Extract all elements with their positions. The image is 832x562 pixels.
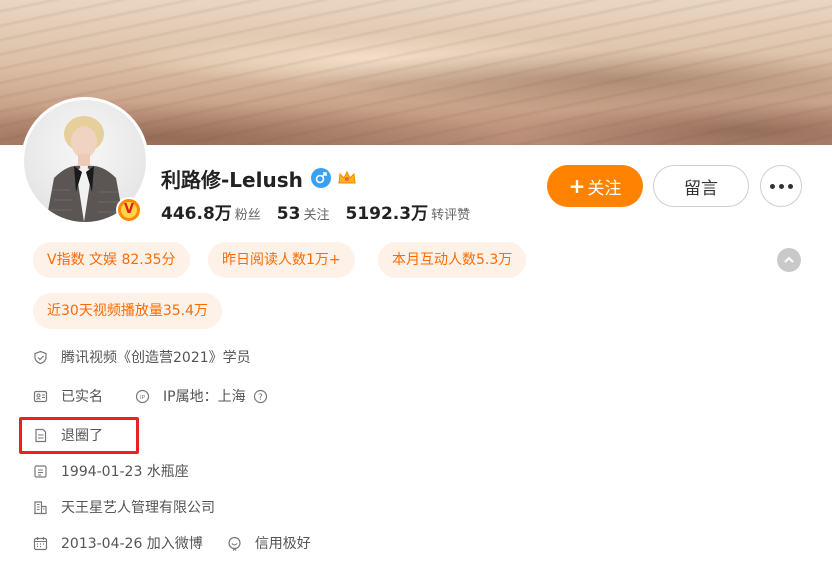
gender-male-icon bbox=[310, 168, 331, 188]
followers-count[interactable]: 446.8万 bbox=[161, 199, 232, 224]
calendar-join-icon bbox=[33, 536, 48, 551]
chevron-up-icon bbox=[784, 256, 794, 263]
message-button-label: 留言 bbox=[684, 178, 718, 199]
info-certification: 腾讯视频《创造营2021》学员 bbox=[33, 347, 251, 367]
crown-icon[interactable] bbox=[337, 168, 357, 188]
highlight-box bbox=[19, 417, 139, 454]
likes-count: 5192.3万 bbox=[345, 204, 429, 224]
building-icon bbox=[33, 500, 48, 515]
real-name-text: 已实名 bbox=[61, 389, 103, 405]
calendar-icon bbox=[33, 464, 48, 479]
more-icon bbox=[778, 183, 784, 189]
tag-video-plays[interactable]: 近30天视频播放量35.4万 bbox=[33, 293, 222, 329]
credit-icon bbox=[227, 536, 242, 551]
more-icon bbox=[769, 183, 775, 189]
verified-badge-letter: V bbox=[121, 202, 137, 218]
tag-yesterday-reads[interactable]: 昨日阅读人数1万+ bbox=[208, 242, 355, 278]
info-company: 天王星艺人管理有限公司 bbox=[33, 497, 215, 517]
more-icon bbox=[787, 183, 793, 189]
svg-text:?: ? bbox=[258, 393, 263, 403]
ip-location-text: IP属地：上海 bbox=[163, 389, 246, 405]
message-button[interactable]: 留言 bbox=[653, 165, 749, 207]
info-joined-credit: 2013-04-26 加入微博 信用极好 bbox=[33, 533, 311, 553]
info-birthday: 1994-01-23 水瓶座 bbox=[33, 461, 189, 481]
collapse-button[interactable] bbox=[777, 248, 801, 272]
name-row: 利路修-Lelush bbox=[161, 164, 357, 192]
birthday-text: 1994-01-23 水瓶座 bbox=[61, 464, 189, 480]
plus-icon: + bbox=[568, 174, 586, 198]
credit-text[interactable]: 信用极好 bbox=[255, 533, 311, 553]
follow-button-label: 关注 bbox=[587, 178, 622, 199]
svg-text:IP: IP bbox=[140, 395, 146, 401]
followers-label[interactable]: 粉丝 bbox=[235, 204, 261, 223]
certification-text: 腾讯视频《创造营2021》学员 bbox=[61, 350, 251, 366]
more-button[interactable] bbox=[760, 165, 802, 207]
verified-badge-icon: V bbox=[116, 197, 142, 223]
help-icon[interactable]: ? bbox=[253, 389, 268, 404]
shield-icon bbox=[33, 350, 48, 365]
tag-monthly-interactions[interactable]: 本月互动人数5.3万 bbox=[378, 242, 527, 278]
ip-icon: IP bbox=[135, 389, 150, 404]
profile-name: 利路修-Lelush bbox=[161, 167, 303, 192]
likes-label: 转评赞 bbox=[431, 208, 471, 223]
stats-row: 446.8万 粉丝 53 关注 5192.3万 转评赞 bbox=[161, 199, 486, 224]
tag-v-index[interactable]: V指数 文娱 82.35分 bbox=[33, 242, 190, 278]
following-label[interactable]: 关注 bbox=[303, 204, 329, 223]
company-text[interactable]: 天王星艺人管理有限公司 bbox=[61, 497, 215, 517]
following-count[interactable]: 53 bbox=[277, 204, 301, 224]
info-real-name-ip: 已实名 IP IP属地：上海 ? bbox=[33, 386, 268, 406]
joined-text: 2013-04-26 加入微博 bbox=[61, 536, 203, 552]
id-card-icon bbox=[33, 389, 48, 404]
follow-button[interactable]: + 关注 bbox=[547, 165, 643, 207]
